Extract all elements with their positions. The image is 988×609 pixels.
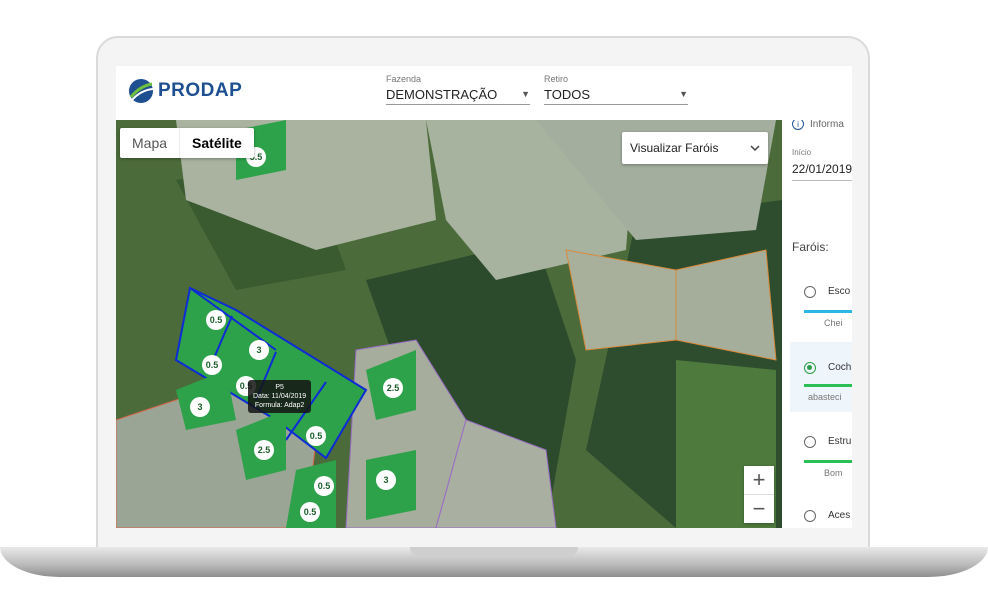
farol-status-bar <box>804 310 852 313</box>
info-icon: i <box>792 120 804 130</box>
zoom-in-button[interactable]: + <box>744 466 774 495</box>
info-row[interactable]: i Informa <box>792 120 844 130</box>
paddock-tooltip: P5 Data: 11/04/2019 Formula: Adap2 <box>248 380 312 413</box>
radio-button[interactable] <box>804 510 816 522</box>
paddock-marker[interactable]: 0.5 <box>304 507 317 517</box>
visualizar-farois-label: Visualizar Faróis <box>630 141 719 155</box>
farol-option-sub: Bom <box>824 468 843 478</box>
tooltip-formula: Formula: Adap2 <box>254 402 305 409</box>
retiro-select[interactable]: Retiro TODOS ▼ <box>544 74 688 105</box>
inicio-label: Início <box>792 148 812 157</box>
farois-label: Faróis: <box>792 240 829 254</box>
zoom-out-button[interactable]: − <box>744 495 774 523</box>
map-canvas[interactable]: 5.5 0.5 3 0.5 0.5 3 2.5 0.5 2.5 3 0.5 0.… <box>116 120 782 528</box>
fazenda-value: DEMONSTRAÇÃO <box>386 86 498 102</box>
paddock-marker[interactable]: 3 <box>383 475 388 485</box>
laptop-notch <box>410 547 578 557</box>
map-type-control: Mapa Satélite <box>120 128 254 158</box>
map-type-mapa-button[interactable]: Mapa <box>120 128 179 158</box>
satellite-map[interactable]: 5.5 0.5 3 0.5 0.5 3 2.5 0.5 2.5 3 0.5 0.… <box>116 120 782 528</box>
radio-button-selected[interactable] <box>804 362 816 374</box>
fazenda-select[interactable]: Fazenda DEMONSTRAÇÃO ▼ <box>386 74 530 105</box>
paddock-marker[interactable]: 2.5 <box>258 445 271 455</box>
farol-option-sub: Chei <box>824 318 843 328</box>
logo-text: PRODAP <box>158 80 243 101</box>
farol-option-title: Aces <box>828 510 851 521</box>
paddock-marker[interactable]: 0.5 <box>310 431 323 441</box>
retiro-label: Retiro <box>544 74 569 84</box>
farol-status-bar <box>804 384 852 387</box>
caret-down-icon: ▼ <box>679 89 688 99</box>
side-panel: i Informa Início 22/01/2019 Faróis: Esco… <box>782 120 852 528</box>
tooltip-date: Data: 11/04/2019 <box>253 393 307 400</box>
prodap-logo-icon <box>129 79 154 103</box>
farol-option-title: Estru <box>828 436 852 447</box>
map-type-satelite-button[interactable]: Satélite <box>179 128 254 158</box>
farol-option-sub: abasteci <box>808 392 842 402</box>
radio-button[interactable] <box>804 286 816 298</box>
paddock-marker[interactable]: 3 <box>256 345 261 355</box>
paddock-marker[interactable]: 2.5 <box>387 383 400 393</box>
paddock-marker[interactable]: 0.5 <box>206 360 219 370</box>
zoom-control: + − <box>744 466 774 523</box>
info-text: Informa <box>810 120 844 130</box>
chevron-down-icon <box>750 145 760 151</box>
app-header: PRODAP Fazenda DEMONSTRAÇÃO ▼ Retiro TOD… <box>116 66 852 120</box>
retiro-value: TODOS <box>544 86 590 102</box>
paddock-marker[interactable]: 3 <box>197 402 202 412</box>
paddock-marker[interactable]: 0.5 <box>210 315 223 325</box>
inicio-date-field[interactable]: 22/01/2019 <box>792 162 852 181</box>
logo: PRODAP <box>128 78 242 104</box>
app-screen: PRODAP Fazenda DEMONSTRAÇÃO ▼ Retiro TOD… <box>116 66 852 528</box>
paddock-marker[interactable]: 0.5 <box>318 481 331 491</box>
farol-option-title: Coch <box>828 362 852 373</box>
radio-button[interactable] <box>804 436 816 448</box>
farol-status-bar <box>804 460 852 463</box>
tooltip-title: P5 <box>275 384 284 391</box>
caret-down-icon: ▼ <box>521 89 530 99</box>
farol-option-title: Esco <box>828 286 851 297</box>
visualizar-farois-select[interactable]: Visualizar Faróis <box>622 132 768 164</box>
fazenda-label: Fazenda <box>386 74 422 84</box>
